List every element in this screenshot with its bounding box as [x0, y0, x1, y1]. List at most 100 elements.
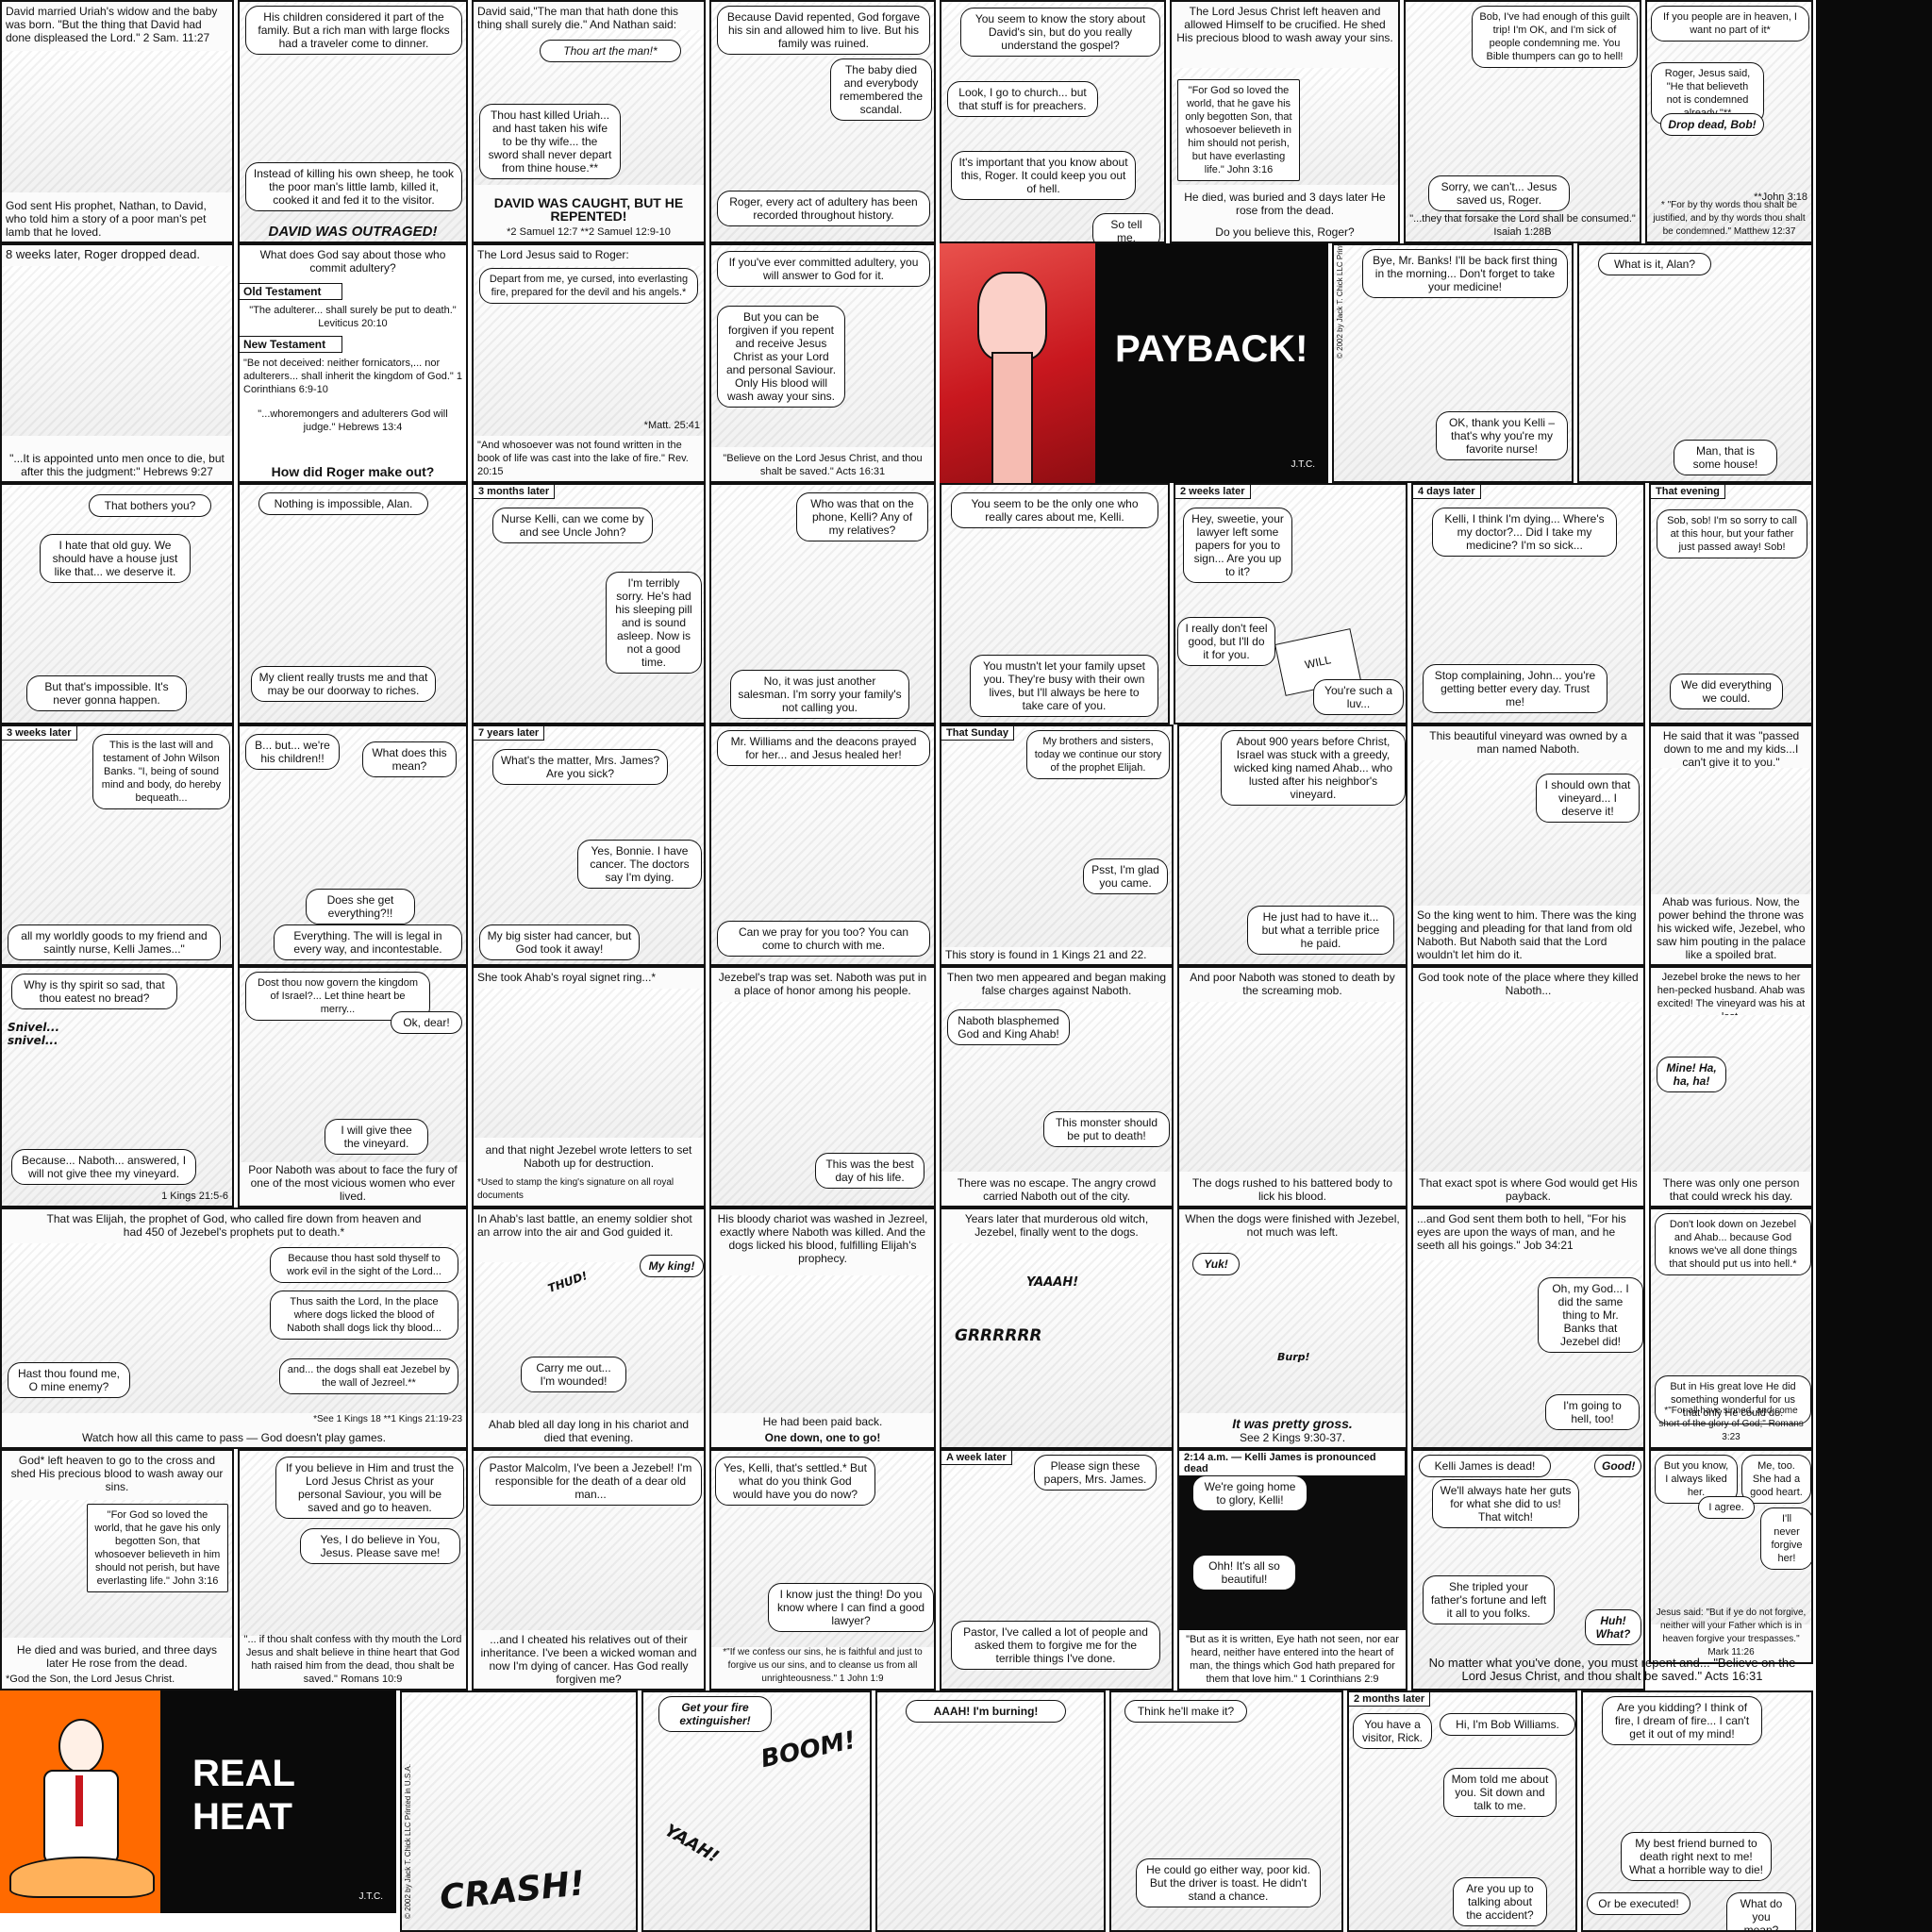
speech-bubble: Man, that is some house! [1674, 440, 1777, 475]
illustration [1651, 768, 1811, 894]
caption: He had been paid back. [762, 1415, 883, 1428]
speech-bubble: I know just the thing! Do you know where… [768, 1583, 934, 1632]
speech-bubble: Mom told me about you. Sit down and talk… [1443, 1768, 1557, 1817]
panel-r7-4: Yes, Kelli, that's settled.* But what do… [709, 1449, 936, 1690]
speech-bubble: If you people are in heaven, I want no p… [1651, 6, 1809, 42]
sound-effect: GRRRRRR [955, 1326, 1042, 1345]
panel-r4-4: Mr. Williams and the deacons prayed for … [709, 724, 936, 966]
speech-bubble: Stop complaining, John... you're getting… [1423, 664, 1607, 713]
panel-r4-8: He said that it was "passed down to me a… [1649, 724, 1813, 966]
time-tag: 2:14 a.m. — Kelli James is pronounced de… [1179, 1451, 1406, 1476]
caption: He died, was buried and 3 days later He … [1184, 191, 1386, 217]
speech-bubble: AAAH! I'm burning! [906, 1700, 1066, 1723]
caption: When the dogs were finished with Jezebel… [1185, 1212, 1400, 1239]
speech-bubble: Roger, every act of adultery has been re… [717, 191, 930, 226]
time-tag: 2 months later [1349, 1692, 1431, 1707]
panel-r2-1: 8 weeks later, Roger dropped dead. "...I… [0, 243, 234, 483]
panel-r5-7: God took note of the place where they ki… [1411, 966, 1645, 1208]
caption: DAVID WAS OUTRAGED! [268, 224, 438, 240]
speech-bubble: Are you kidding? I think of fire, I drea… [1602, 1696, 1762, 1745]
caption: One down, one to go! [764, 1431, 881, 1444]
illustration [941, 1243, 1172, 1447]
credit: J.T.C. [358, 1891, 383, 1902]
speech-bubble: Drop dead, Bob! [1660, 113, 1764, 136]
speech-bubble: B... but... we're his children!! [245, 734, 340, 770]
speech-bubble: Because... Naboth... answered, I will no… [11, 1149, 196, 1185]
panel-r7-7: Kelli James is dead! Good! We'll always … [1411, 1449, 1645, 1690]
speech-bubble: Thou hast killed Uriah... and hast taken… [479, 104, 621, 179]
caption: The Lord Jesus Christ left heaven and al… [1176, 5, 1393, 44]
caption: "But as it is written, Eye hath not seen… [1179, 1630, 1406, 1689]
speech-bubble: This is the last will and testament of J… [92, 734, 230, 809]
panel-r4-3: 7 years later What's the matter, Mrs. Ja… [472, 724, 706, 966]
speech-bubble: He could go either way, poor kid. But th… [1136, 1858, 1321, 1907]
speech-bubble: Bob, I've had enough of this guilt trip!… [1472, 6, 1638, 68]
speech-bubble: This was the best day of his life. [815, 1153, 924, 1189]
speech-bubble: Yes, Bonnie. I have cancer. The doctors … [577, 840, 702, 889]
panel-r8-7: Are you kidding? I think of fire, I drea… [1581, 1690, 1813, 1932]
comic-sheet: David married Uriah's widow and the baby… [0, 0, 1932, 1932]
caption: That was Elijah, the prophet of God, who… [46, 1212, 422, 1239]
panel-r3-4: Who was that on the phone, Kelli? Any of… [709, 483, 936, 724]
speech-bubble: Mr. Williams and the deacons prayed for … [717, 730, 930, 766]
speech-bubble: Why is thy spirit so sad, that thou eate… [11, 974, 177, 1009]
panel-r6-1: That was Elijah, the prophet of God, who… [0, 1208, 468, 1449]
panel-r4-6: About 900 years before Christ, Israel wa… [1177, 724, 1407, 966]
caption: What does God say about those who commit… [259, 248, 446, 275]
right-margin [1816, 0, 1932, 1932]
speech-bubble: What does this mean? [362, 741, 457, 777]
caption: Poor Naboth was about to face the fury o… [248, 1163, 458, 1203]
panel-r2-2: What does God say about those who commit… [238, 243, 468, 483]
speech-bubble: We'll always hate her guts for what she … [1432, 1479, 1579, 1528]
footer-caption: No matter what you've done, you must rep… [1428, 1656, 1796, 1683]
caption: *"For all have sinned, and come short of… [1658, 1406, 1804, 1442]
speech-bubble: all my worldly goods to my friend and sa… [8, 924, 221, 960]
panel-r8-3: Get your fire extinguisher! BOOM! YAAH! [641, 1690, 872, 1932]
speech-bubble: He just had to have it... but what a ter… [1247, 906, 1394, 955]
speech-bubble: What do you mean? [1726, 1892, 1796, 1930]
panel-r3-8: That evening Sob, sob! I'm so sorry to c… [1649, 483, 1813, 724]
reference: See 2 Kings 9:30-37. [1239, 1431, 1346, 1444]
caption: ...and I cheated his relatives out of th… [480, 1633, 697, 1686]
speech-bubble: Kelli, I think I'm dying... Where's my d… [1432, 508, 1617, 557]
speech-bubble: Don't look down on Jezebel and Ahab... b… [1655, 1213, 1811, 1275]
speech-bubble: Everything. The will is legal in every w… [274, 924, 462, 960]
speech-bubble: No, it was just another salesman. I'm so… [730, 670, 909, 719]
speech-bubble: Pastor Malcolm, I've been a Jezebel! I'm… [479, 1457, 702, 1506]
speech-bubble: Ohh! It's all so beautiful! [1192, 1555, 1296, 1591]
speech-bubble: I really don't feel good, but I'll do it… [1177, 617, 1275, 666]
caption: *"If we confess our sins, he is faithful… [723, 1647, 923, 1684]
speech-bubble: If you believe in Him and trust the Lord… [275, 1457, 464, 1519]
reference: *Matt. 25:41 [643, 420, 700, 431]
panel-r3-3: 3 months later Nurse Kelli, can we come … [472, 483, 706, 724]
credit: J.T.C. [1291, 459, 1315, 470]
time-tag: That Sunday [941, 726, 1015, 741]
speech-bubble: You seem to know the story about David's… [960, 8, 1160, 57]
payback-title: PAYBACK! [1115, 328, 1308, 370]
real-heat-title-line2: HEAT [192, 1796, 292, 1838]
panel-r1-4: Because David repented, God forgave his … [709, 0, 936, 243]
speech-bubble: Depart from me, ye cursed, into everlast… [479, 268, 698, 304]
caption: and that night Jezebel wrote letters to … [485, 1143, 692, 1170]
panel-r1-1: David married Uriah's widow and the baby… [0, 0, 234, 243]
panel-r7-8: But you know, I always liked her. Me, to… [1649, 1449, 1813, 1664]
speech-bubble: Psst, I'm glad you came. [1083, 858, 1168, 894]
caption: She took Ahab's royal signet ring...* [477, 971, 657, 984]
illustration [1651, 1015, 1811, 1172]
speech-bubble: Bye, Mr. Banks! I'll be back first thing… [1362, 249, 1568, 298]
caption: How did Roger make out? [271, 464, 435, 479]
panel-r6-6: ...and God sent them both to hell, "For … [1411, 1208, 1645, 1449]
quote-box: "For God so loved the world, that he gav… [87, 1504, 228, 1592]
caption: "...It is appointed unto men once to die… [9, 452, 225, 478]
speech-bubble: My big sister had cancer, but God took i… [479, 924, 640, 960]
real-heat-title-line1: REAL [192, 1753, 295, 1794]
caption: And poor Naboth was stoned to death by t… [1190, 971, 1395, 997]
caption: It was pretty gross. [1232, 1416, 1353, 1431]
panel-r6-2: In Ahab's last battle, an enemy soldier … [472, 1208, 706, 1449]
speech-bubble: Thus saith the Lord, In the place where … [270, 1291, 458, 1340]
panel-r5-4: Jezebel's trap was set. Naboth was put i… [709, 966, 936, 1208]
time-tag: That evening [1651, 485, 1725, 499]
panel-r3-1: That bothers you? I hate that old guy. W… [0, 483, 234, 724]
panel-r5-8: Jezebel broke the news to her hen-pecked… [1649, 966, 1813, 1208]
speech-bubble: Are you up to talking about the accident… [1453, 1877, 1547, 1926]
